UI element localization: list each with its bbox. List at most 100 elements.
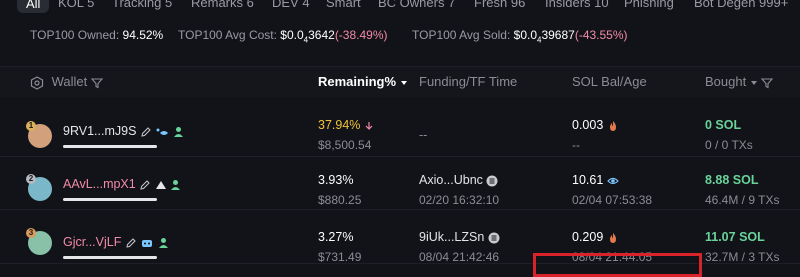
funding-column-header: Funding/TF Time xyxy=(419,74,518,89)
edit-icon[interactable] xyxy=(140,126,152,138)
funding-source-text: 9iUk...LZSn xyxy=(419,230,485,244)
remaining-value: $731.49 xyxy=(318,250,362,264)
funding-time: 02/20 16:32:10 xyxy=(419,193,500,207)
wallet-progress-bar xyxy=(63,145,157,148)
triangle-icon xyxy=(155,180,166,189)
menu-circle-icon xyxy=(488,232,500,244)
whale-icon xyxy=(156,128,169,135)
wallet-address[interactable]: AAvL...mpX1 xyxy=(63,177,181,191)
avg-cost-prefix: $0.0 xyxy=(280,28,304,42)
stat-avg-cost-change: (-38.49%) xyxy=(334,28,388,42)
tab-tracking[interactable]: Tracking 5 xyxy=(112,0,172,10)
sol-age: -- xyxy=(572,138,580,152)
stat-avg-cost-value: $0.043642 xyxy=(280,28,335,44)
avg-cost-digits: 3642 xyxy=(308,28,335,42)
filter-tabs: All KOL 5 Tracking 5 Remarks 6 DEV 4 Sma… xyxy=(0,0,800,14)
table-row[interactable]: 2 AAvL...mpX1 3.93% $880.25 Axio...Ubnc … xyxy=(0,157,800,210)
wallet-address[interactable]: 9RV1...mJ9S xyxy=(63,124,184,138)
stat-owned: TOP100 Owned: 94.52% xyxy=(30,28,163,50)
remaining-column-header[interactable]: Remaining% xyxy=(318,74,408,89)
rank-badge: 3 xyxy=(26,228,36,238)
stat-avg-cost: TOP100 Avg Cost: $0.043642(-38.49%) xyxy=(178,28,388,50)
wallet-address-text: AAvL...mpX1 xyxy=(63,177,136,191)
user-icon xyxy=(173,126,183,137)
wallet-column-label: Wallet xyxy=(51,74,88,89)
remaining-column-label: Remaining% xyxy=(318,74,397,89)
funding-time: 08/04 21:42:46 xyxy=(419,250,500,264)
tab-remarks[interactable]: Remarks 6 xyxy=(191,0,254,10)
tab-all[interactable]: All xyxy=(17,0,50,13)
tab-fresh[interactable]: Fresh 96 xyxy=(474,0,525,10)
sol-balance: 0.209 xyxy=(572,230,619,244)
tab-phishing[interactable]: Phishing xyxy=(624,0,674,10)
funding-source: -- xyxy=(419,128,428,142)
avatar: 1 xyxy=(26,121,52,148)
wallet-address-text: Gjcr...VjLF xyxy=(63,235,122,249)
remaining-percent: 3.27% xyxy=(318,230,354,244)
user-icon xyxy=(171,179,181,190)
funding-source-text: Axio...Ubnc xyxy=(419,173,483,187)
wallet-progress-bar xyxy=(63,198,157,201)
sort-icon xyxy=(750,80,757,85)
bought-txs: 0 / 0 TXs xyxy=(705,138,753,152)
filter-icon[interactable] xyxy=(761,77,774,89)
tab-bc-owners[interactable]: BC Owners 7 xyxy=(378,0,455,10)
table-row[interactable]: 1 9RV1...mJ9S 37.94% $8,500.54 -- 0.003 … xyxy=(0,104,800,157)
tab-kol[interactable]: KOL 5 xyxy=(58,0,94,10)
remaining-percent: 3.93% xyxy=(318,173,354,187)
stat-avg-sold-change: (-43.55%) xyxy=(574,28,628,42)
avg-sold-prefix: $0.0 xyxy=(513,28,537,42)
funding-source[interactable]: Axio...Ubnc xyxy=(419,173,498,187)
edit-icon[interactable] xyxy=(139,179,151,191)
sol-balance-text: 10.61 xyxy=(572,173,604,187)
hexagon-icon xyxy=(30,75,44,90)
bought-column-header[interactable]: Bought xyxy=(705,74,774,89)
funding-source[interactable]: 9iUk...LZSn xyxy=(419,230,500,244)
stat-avg-cost-label: TOP100 Avg Cost: xyxy=(178,28,277,42)
avatar: 2 xyxy=(26,174,52,201)
bought-sol: 11.07 SOL xyxy=(705,230,765,244)
remaining-value: $8,500.54 xyxy=(318,138,372,152)
sol-balance: 0.003 xyxy=(572,118,619,132)
avatar: 3 xyxy=(26,228,52,255)
remaining-percent-text: 37.94% xyxy=(318,118,361,132)
rank-badge: 1 xyxy=(26,121,36,131)
tab-insiders[interactable]: Insiders 10 xyxy=(545,0,609,10)
bought-txs: 32.7M / 3 TXs xyxy=(705,250,780,264)
highlight-box xyxy=(533,253,702,277)
tab-smart[interactable]: Smart xyxy=(326,0,361,10)
wallet-column-header: Wallet xyxy=(30,74,103,90)
rank-badge: 2 xyxy=(26,174,36,184)
tab-dev[interactable]: DEV 4 xyxy=(272,0,310,10)
stat-avg-sold: TOP100 Avg Sold: $0.0439687(-43.55%) xyxy=(412,28,628,50)
arrow-down-icon xyxy=(365,121,373,130)
sol-bal-column-header: SOL Bal/Age xyxy=(572,74,647,89)
table-header: Wallet Remaining% Funding/TF Time SOL Ba… xyxy=(0,66,800,97)
fire-icon xyxy=(609,232,616,243)
bought-sol: 8.88 SOL xyxy=(705,173,759,187)
tab-bot-degen[interactable]: Bot Degen 999+ xyxy=(694,0,788,10)
sort-desc-icon xyxy=(400,80,407,85)
wallet-address[interactable]: Gjcr...VjLF xyxy=(63,235,169,249)
user-icon xyxy=(158,237,168,248)
wallet-progress-bar xyxy=(63,256,157,259)
sol-balance: 10.61 xyxy=(572,173,619,187)
bot-icon xyxy=(142,239,153,247)
avg-sold-digits: 39687 xyxy=(541,28,575,42)
fire-icon xyxy=(609,120,616,131)
bought-sol: 0 SOL xyxy=(705,118,742,132)
sol-age: 02/04 07:53:38 xyxy=(572,193,653,207)
stat-avg-sold-value: $0.0439687 xyxy=(513,28,575,44)
filter-icon[interactable] xyxy=(90,77,103,89)
wallet-address-text: 9RV1...mJ9S xyxy=(63,124,137,138)
bought-txs: 46.4M / 9 TXs xyxy=(705,193,780,207)
remaining-percent: 37.94% xyxy=(318,118,374,132)
stat-owned-value: 94.52% xyxy=(122,28,164,42)
edit-icon[interactable] xyxy=(125,237,137,249)
stat-avg-sold-label: TOP100 Avg Sold: xyxy=(412,28,511,42)
sol-balance-text: 0.003 xyxy=(572,118,604,132)
menu-circle-icon xyxy=(486,175,498,187)
remaining-value: $880.25 xyxy=(318,193,362,207)
bought-column-label: Bought xyxy=(705,74,747,89)
sol-balance-text: 0.209 xyxy=(572,230,604,244)
